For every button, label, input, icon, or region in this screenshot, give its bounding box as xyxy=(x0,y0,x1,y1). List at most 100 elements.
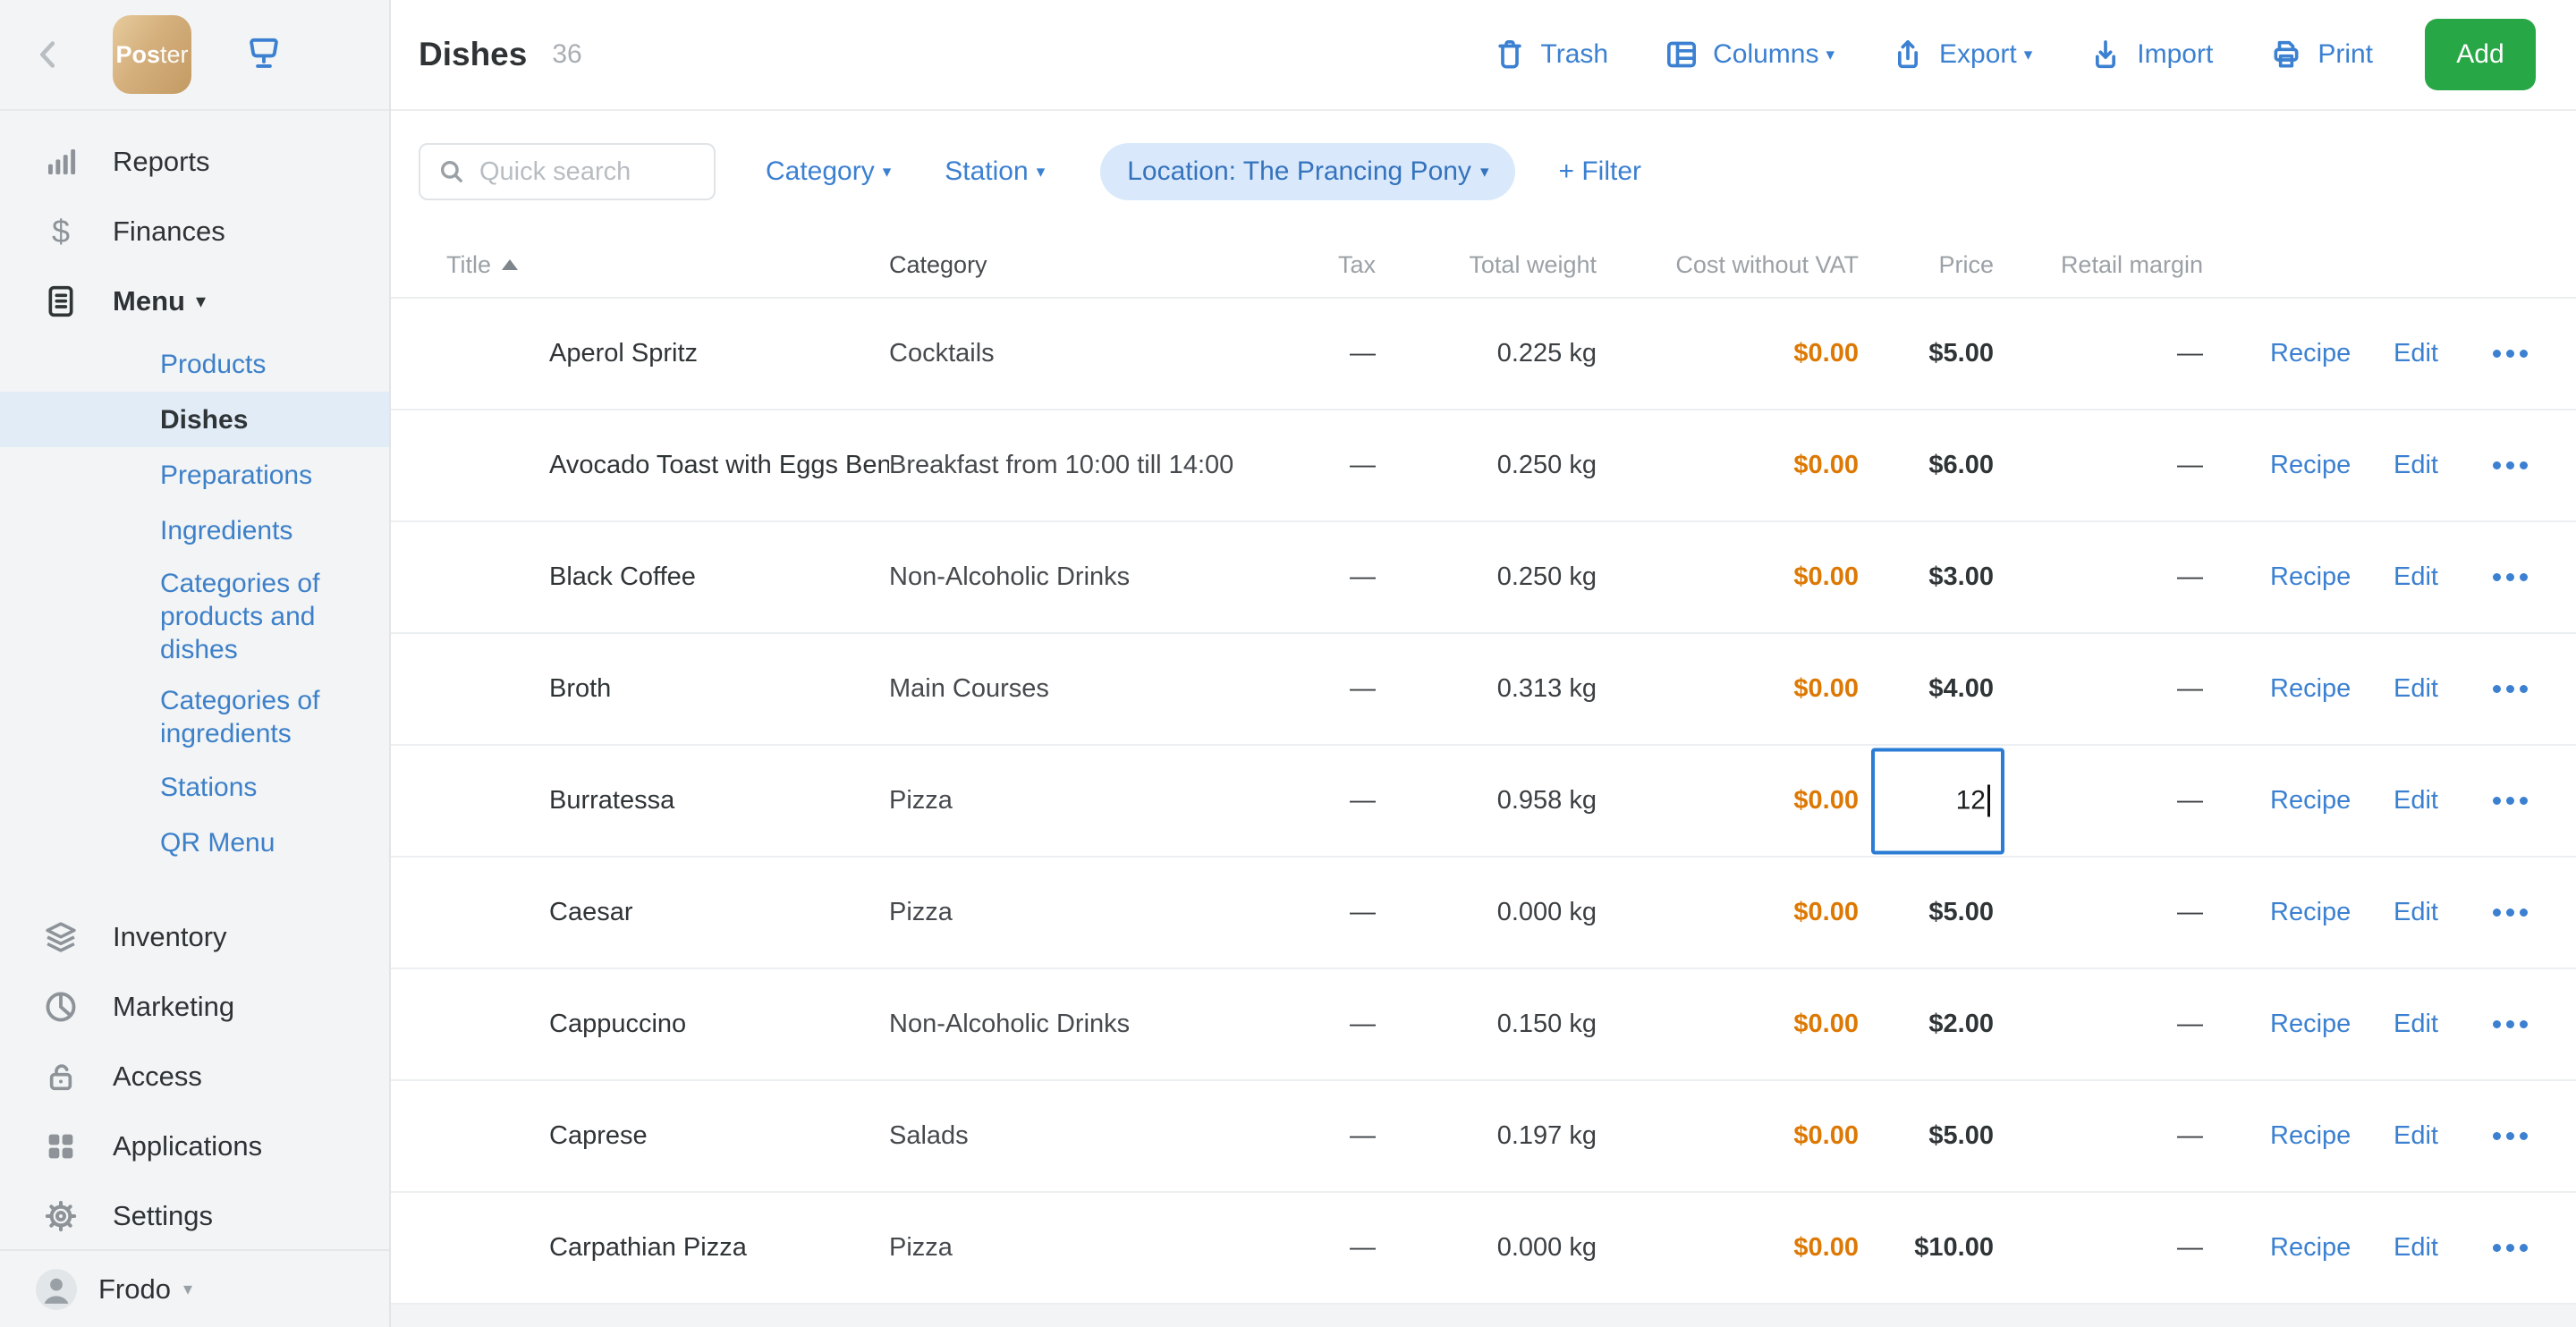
more-actions-button[interactable] xyxy=(2487,573,2528,581)
columns-button[interactable]: Columns xyxy=(1664,37,1835,72)
sidebar-item-reports[interactable]: Reports xyxy=(0,127,389,197)
sidebar-subitem-label: Categories of products and dishes xyxy=(160,567,389,666)
page-count: 36 xyxy=(552,39,581,70)
more-actions-button[interactable] xyxy=(2487,1132,2528,1140)
tool-label: Columns xyxy=(1713,39,1818,70)
column-header-cost[interactable]: Cost without VAT xyxy=(1597,251,1859,279)
terminal-display-icon xyxy=(243,32,284,73)
sidebar-item-stations[interactable]: Stations xyxy=(0,759,389,815)
more-actions-button[interactable] xyxy=(2487,797,2528,805)
recipe-link[interactable]: Recipe xyxy=(2270,451,2351,479)
column-header-category[interactable]: Category xyxy=(889,251,1265,279)
dish-title: Black Coffee xyxy=(549,562,889,592)
sidebar-item-categories-of-ingredients[interactable]: Categories of ingredients xyxy=(0,675,389,759)
add-filter-button[interactable]: + Filter xyxy=(1558,156,1641,187)
recipe-link[interactable]: Recipe xyxy=(2270,1233,2351,1262)
dish-title: Cappuccino xyxy=(549,1010,889,1039)
user-menu[interactable]: Frodo xyxy=(0,1249,389,1327)
sidebar-item-categories-of-products[interactable]: Categories of products and dishes xyxy=(0,558,389,675)
add-button[interactable]: Add xyxy=(2425,19,2536,90)
edit-link[interactable]: Edit xyxy=(2394,1010,2438,1038)
recipe-link[interactable]: Recipe xyxy=(2270,562,2351,591)
sidebar-item-marketing[interactable]: Marketing xyxy=(0,972,389,1042)
edit-link[interactable]: Edit xyxy=(2394,786,2438,815)
sidebar-item-inventory[interactable]: Inventory xyxy=(0,902,389,972)
dish-price[interactable]: $3.00 xyxy=(1928,562,1994,591)
recipe-link[interactable]: Recipe xyxy=(2270,786,2351,815)
sidebar-item-ingredients[interactable]: Ingredients xyxy=(0,503,389,558)
column-header-retail-margin[interactable]: Retail margin xyxy=(1994,251,2203,279)
more-actions-button[interactable] xyxy=(2487,461,2528,469)
logo-text-bold: Pos xyxy=(115,41,160,69)
recipe-link[interactable]: Recipe xyxy=(2270,1010,2351,1038)
column-header-price[interactable]: Price xyxy=(1859,251,1994,279)
recipe-link[interactable]: Recipe xyxy=(2270,339,2351,368)
edit-link[interactable]: Edit xyxy=(2394,898,2438,926)
import-icon xyxy=(2088,37,2123,72)
chevron-down-icon xyxy=(1826,45,1835,65)
sidebar-subitem-label: Products xyxy=(160,348,266,381)
more-actions-button[interactable] xyxy=(2487,1244,2528,1252)
dish-cost-without-vat: $0.00 xyxy=(1597,562,1859,592)
recipe-link[interactable]: Recipe xyxy=(2270,1121,2351,1150)
dish-category: Cocktails xyxy=(889,339,1265,368)
chevron-down-icon xyxy=(183,1278,192,1300)
dish-price[interactable]: $5.00 xyxy=(1928,898,1994,926)
category-filter[interactable]: Category xyxy=(766,156,891,187)
sidebar-item-dishes[interactable]: Dishes xyxy=(0,392,389,447)
sidebar-item-qr-menu[interactable]: QR Menu xyxy=(0,815,389,870)
sidebar-item-settings[interactable]: Settings xyxy=(0,1181,389,1249)
dish-price[interactable]: $5.00 xyxy=(1928,1121,1994,1150)
location-filter-chip[interactable]: Location: The Prancing Pony xyxy=(1100,143,1515,200)
dish-price[interactable]: $5.00 xyxy=(1928,339,1994,368)
import-button[interactable]: Import xyxy=(2088,37,2213,72)
sidebar-item-finances[interactable]: $ Finances xyxy=(0,197,389,266)
edit-link[interactable]: Edit xyxy=(2394,674,2438,703)
sidebar-item-applications[interactable]: Applications xyxy=(0,1111,389,1181)
export-button[interactable]: Export xyxy=(1890,37,2032,72)
sidebar-item-products[interactable]: Products xyxy=(0,336,389,392)
layers-icon xyxy=(39,918,82,956)
back-button[interactable] xyxy=(27,33,70,76)
sidebar-item-menu[interactable]: Menu xyxy=(0,266,389,336)
more-actions-button[interactable] xyxy=(2487,909,2528,917)
recipe-link[interactable]: Recipe xyxy=(2270,674,2351,703)
print-button[interactable]: Print xyxy=(2268,37,2373,72)
dish-category: Breakfast from 10:00 till 14:00 xyxy=(889,451,1265,480)
table-row: Carpathian Pizza Pizza — 0.000 kg $0.00 … xyxy=(391,1193,2576,1305)
dish-title: Caesar xyxy=(549,898,889,927)
dish-tax: — xyxy=(1265,674,1376,704)
dish-total-weight: 0.150 kg xyxy=(1376,1010,1597,1039)
dish-price[interactable]: $6.00 xyxy=(1928,451,1994,479)
column-header-tax[interactable]: Tax xyxy=(1265,251,1376,279)
sort-asc-icon xyxy=(502,259,518,270)
edit-link[interactable]: Edit xyxy=(2394,1121,2438,1150)
sidebar-item-access[interactable]: Access xyxy=(0,1042,389,1111)
sidebar-item-preparations[interactable]: Preparations xyxy=(0,447,389,503)
price-edit-input[interactable]: 12 xyxy=(1871,748,2004,854)
terminal-button[interactable] xyxy=(243,32,284,78)
edit-link[interactable]: Edit xyxy=(2394,339,2438,368)
column-header-total-weight[interactable]: Total weight xyxy=(1376,251,1597,279)
dish-retail-margin: — xyxy=(1994,1233,2203,1263)
dish-price[interactable]: $10.00 xyxy=(1914,1233,1994,1262)
edit-link[interactable]: Edit xyxy=(2394,1233,2438,1262)
column-header-title[interactable]: Title xyxy=(446,251,889,279)
user-name: Frodo xyxy=(98,1273,171,1306)
dish-category: Non-Alcoholic Drinks xyxy=(889,1010,1265,1039)
sidebar-subitem-label: Stations xyxy=(160,771,257,804)
more-actions-button[interactable] xyxy=(2487,350,2528,358)
dish-total-weight: 0.250 kg xyxy=(1376,562,1597,592)
search-icon xyxy=(436,156,467,187)
recipe-link[interactable]: Recipe xyxy=(2270,898,2351,926)
search-input[interactable] xyxy=(479,157,703,187)
edit-link[interactable]: Edit xyxy=(2394,562,2438,591)
more-actions-button[interactable] xyxy=(2487,1020,2528,1028)
more-actions-button[interactable] xyxy=(2487,685,2528,693)
edit-link[interactable]: Edit xyxy=(2394,451,2438,479)
dish-price[interactable]: $4.00 xyxy=(1928,674,1994,703)
dish-price[interactable]: $2.00 xyxy=(1928,1010,1994,1038)
poster-logo[interactable]: Poster xyxy=(113,15,191,94)
station-filter[interactable]: Station xyxy=(945,156,1045,187)
trash-button[interactable]: Trash xyxy=(1492,37,1609,72)
